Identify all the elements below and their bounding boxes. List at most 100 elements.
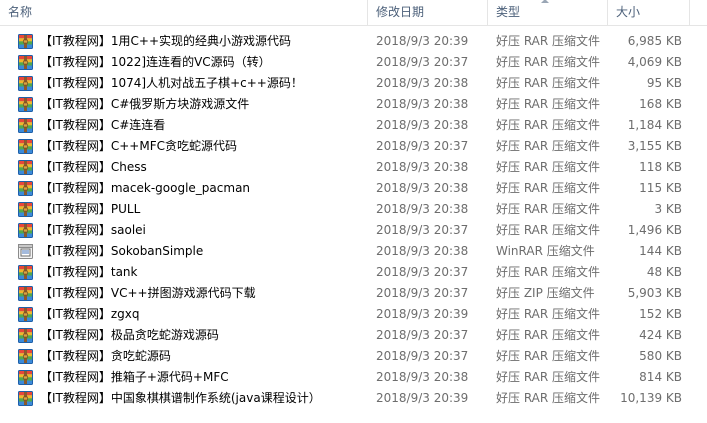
file-row[interactable]: 【IT教程网】1022]连连看的VC源码（转） 2018/9/3 20:37 好压 …	[0, 52, 707, 73]
file-type: 好压 RAR 压缩文件	[496, 139, 601, 153]
file-size: 6,985 KB	[627, 34, 682, 48]
file-type: 好压 RAR 压缩文件	[496, 223, 601, 237]
file-date-modified: 2018/9/3 20:39	[376, 34, 469, 48]
file-type: 好压 RAR 压缩文件	[496, 202, 601, 216]
file-name: 【IT教程网】zgxq	[40, 307, 140, 321]
file-size: 1,496 KB	[627, 223, 682, 237]
file-row[interactable]: 【IT教程网】极品贪吃蛇游戏源码 2018/9/3 20:37 好压 RAR 压缩文…	[0, 325, 707, 346]
rar-archive-icon	[18, 223, 33, 238]
file-type: 好压 RAR 压缩文件	[496, 370, 601, 384]
file-name: 【IT教程网】C#俄罗斯方块游戏源文件	[40, 97, 250, 111]
file-size: 5,903 KB	[627, 286, 682, 300]
column-header-size[interactable]: 大小	[608, 0, 690, 25]
file-row[interactable]: 【IT教程网】C#俄罗斯方块游戏源文件 2018/9/3 20:38 好压 RAR …	[0, 94, 707, 115]
file-name: 【IT教程网】1074]人机对战五子棋+c++源码！	[40, 76, 303, 90]
rar-archive-icon	[18, 97, 33, 112]
file-name: 【IT教程网】C++MFC贪吃蛇源代码	[40, 139, 237, 153]
file-name: 【IT教程网】极品贪吃蛇游戏源码	[40, 328, 219, 342]
file-type: 好压 RAR 压缩文件	[496, 34, 601, 48]
file-name: 【IT教程网】推箱子+源代码+MFC	[40, 370, 229, 384]
file-date-modified: 2018/9/3 20:38	[376, 244, 469, 258]
column-header-bar: 名称 修改日期 类型 大小	[0, 0, 707, 26]
file-name: 【IT教程网】贪吃蛇源码	[40, 349, 171, 363]
file-type: 好压 RAR 压缩文件	[496, 181, 601, 195]
file-row[interactable]: 【IT教程网】PULL 2018/9/3 20:38 好压 RAR 压缩文件 3 KB	[0, 199, 707, 220]
file-row[interactable]: 【IT教程网】tank 2018/9/3 20:37 好压 RAR 压缩文件 48 K…	[0, 262, 707, 283]
rar-archive-icon	[18, 181, 33, 196]
file-type: 好压 RAR 压缩文件	[496, 328, 601, 342]
file-type: 好压 RAR 压缩文件	[496, 76, 601, 90]
file-size: 115 KB	[639, 181, 682, 195]
file-size: 48 KB	[646, 265, 682, 279]
file-type: 好压 RAR 压缩文件	[496, 55, 601, 69]
column-header-type[interactable]: 类型	[488, 0, 608, 25]
rar-archive-icon	[18, 118, 33, 133]
file-size: 424 KB	[639, 328, 682, 342]
file-size: 118 KB	[639, 160, 682, 174]
file-date-modified: 2018/9/3 20:39	[376, 391, 469, 405]
file-row[interactable]: 【IT教程网】macek-google_pacman 2018/9/3 20:38…	[0, 178, 707, 199]
file-size: 3 KB	[654, 202, 682, 216]
file-size: 814 KB	[639, 370, 682, 384]
file-type: 好压 ZIP 压缩文件	[496, 286, 595, 300]
file-type: WinRAR 压缩文件	[496, 244, 595, 258]
file-name: 【IT教程网】tank	[40, 265, 138, 279]
rar-archive-icon	[18, 286, 33, 301]
file-name: 【IT教程网】SokobanSimple	[40, 244, 204, 258]
file-row[interactable]: 【IT教程网】C++MFC贪吃蛇源代码 2018/9/3 20:37 好压 RAR …	[0, 136, 707, 157]
file-type: 好压 RAR 压缩文件	[496, 160, 601, 174]
file-row[interactable]: 【IT教程网】Chess 2018/9/3 20:38 好压 RAR 压缩文件 118…	[0, 157, 707, 178]
file-date-modified: 2018/9/3 20:39	[376, 307, 469, 321]
file-name: 【IT教程网】中国象棋棋谱制作系统(java课程设计）	[40, 391, 321, 405]
file-row[interactable]: 【IT教程网】1074]人机对战五子棋+c++源码！ 2018/9/3 20:38…	[0, 73, 707, 94]
rar-archive-icon	[18, 55, 33, 70]
file-list: 【IT教程网】1用C++实现的经典小游戏源代码 2018/9/3 20:39 好压 …	[0, 31, 707, 409]
rar-archive-icon	[18, 202, 33, 217]
file-date-modified: 2018/9/3 20:37	[376, 139, 469, 153]
file-type: 好压 RAR 压缩文件	[496, 265, 601, 279]
file-name: 【IT教程网】VC++拼图游戏源代码下载	[40, 286, 256, 300]
file-row[interactable]: 【IT教程网】saolei 2018/9/3 20:37 好压 RAR 压缩文件 1,…	[0, 220, 707, 241]
file-size: 168 KB	[639, 97, 682, 111]
file-name: 【IT教程网】PULL	[40, 202, 141, 216]
file-row[interactable]: 【IT教程网】zgxq 2018/9/3 20:39 好压 RAR 压缩文件 152 …	[0, 304, 707, 325]
file-row[interactable]: 【IT教程网】1用C++实现的经典小游戏源代码 2018/9/3 20:39 好压 …	[0, 31, 707, 52]
file-row[interactable]: 【IT教程网】推箱子+源代码+MFC 2018/9/3 20:38 好压 RAR 压…	[0, 367, 707, 388]
file-date-modified: 2018/9/3 20:37	[376, 349, 469, 363]
file-name: 【IT教程网】saolei	[40, 223, 146, 237]
file-date-modified: 2018/9/3 20:37	[376, 286, 469, 300]
rar-archive-icon	[18, 160, 33, 175]
file-date-modified: 2018/9/3 20:38	[376, 202, 469, 216]
file-date-modified: 2018/9/3 20:38	[376, 160, 469, 174]
file-date-modified: 2018/9/3 20:37	[376, 55, 469, 69]
file-size: 95 KB	[646, 76, 682, 90]
file-row[interactable]: 【IT教程网】C#连连看 2018/9/3 20:38 好压 RAR 压缩文件 1,1…	[0, 115, 707, 136]
rar-archive-icon	[18, 307, 33, 322]
column-header-date-modified[interactable]: 修改日期	[368, 0, 488, 25]
file-size: 4,069 KB	[627, 55, 682, 69]
file-date-modified: 2018/9/3 20:38	[376, 76, 469, 90]
file-date-modified: 2018/9/3 20:38	[376, 370, 469, 384]
file-name: 【IT教程网】C#连连看	[40, 118, 166, 132]
file-row[interactable]: 【IT教程网】贪吃蛇源码 2018/9/3 20:37 好压 RAR 压缩文件 580…	[0, 346, 707, 367]
file-row[interactable]: 【IT教程网】中国象棋棋谱制作系统(java课程设计） 2018/9/3 20:3…	[0, 388, 707, 409]
file-row[interactable]: 【IT教程网】SokobanSimple 2018/9/3 20:38 WinRAR…	[0, 241, 707, 262]
file-name: 【IT教程网】Chess	[40, 160, 147, 174]
file-type: 好压 RAR 压缩文件	[496, 307, 601, 321]
file-type: 好压 RAR 压缩文件	[496, 97, 601, 111]
file-row[interactable]: 【IT教程网】VC++拼图游戏源代码下载 2018/9/3 20:37 好压 ZIP…	[0, 283, 707, 304]
file-type: 好压 RAR 压缩文件	[496, 391, 601, 405]
file-date-modified: 2018/9/3 20:38	[376, 118, 469, 132]
rar-archive-icon	[18, 265, 33, 280]
file-date-modified: 2018/9/3 20:38	[376, 181, 469, 195]
rar-archive-icon	[18, 139, 33, 154]
rar-archive-icon	[18, 349, 33, 364]
file-date-modified: 2018/9/3 20:38	[376, 97, 469, 111]
rar-archive-icon	[18, 76, 33, 91]
column-header-name[interactable]: 名称	[0, 0, 368, 25]
file-name: 【IT教程网】1用C++实现的经典小游戏源代码	[40, 34, 291, 48]
file-name: 【IT教程网】1022]连连看的VC源码（转）	[40, 55, 271, 69]
file-size: 10,139 KB	[620, 391, 682, 405]
rar-archive-icon	[18, 34, 33, 49]
file-date-modified: 2018/9/3 20:37	[376, 223, 469, 237]
